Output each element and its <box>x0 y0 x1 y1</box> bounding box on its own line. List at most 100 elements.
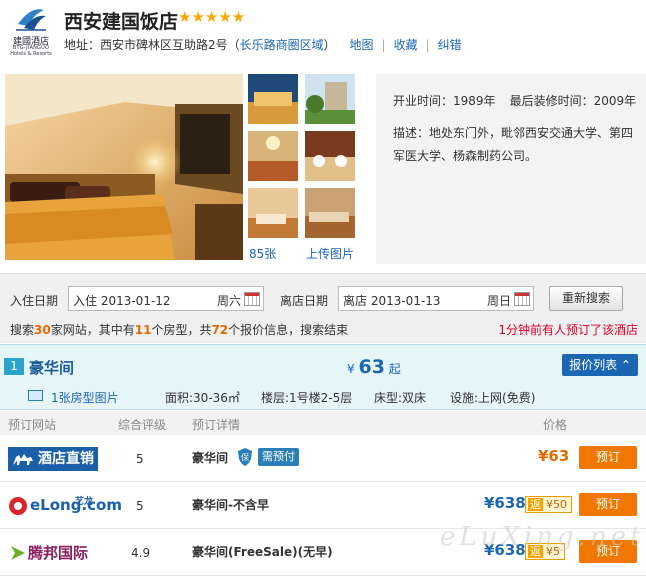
checkin-weekday: 周六 <box>216 294 241 308</box>
offer-rating: 5 <box>136 452 144 466</box>
book-button[interactable]: 预订 <box>579 493 637 516</box>
tempus-logo-icon <box>11 546 25 560</box>
site-logo-tempus[interactable]: 腾邦国际 <box>8 541 98 565</box>
offer-rating: 5 <box>136 499 144 513</box>
cashback-badge: 返 ¥50 <box>525 496 572 513</box>
offer-count: 72 <box>211 323 229 337</box>
logo-en2-text: Hotels & Resorts <box>10 51 52 57</box>
room-lowest-price: ¥ 63 起 <box>347 356 401 378</box>
room-count: 11 <box>134 323 152 337</box>
offer-room-name[interactable]: 豪华间-不含早 <box>192 496 269 513</box>
hotel-room2-photo <box>248 188 298 238</box>
room-type-header: 1 豪华间 ¥ 63 起 报价列表 ⌃ 1张房型图片 面积:30-36㎡ 楼层:… <box>0 344 646 410</box>
cashback-value: ¥50 <box>546 498 567 511</box>
offer-rating: 4.9 <box>131 546 151 560</box>
summary-text: 个报价信息，搜索结束 <box>228 323 349 337</box>
favorite-link[interactable]: 收藏 <box>394 38 418 52</box>
upload-photo-link[interactable]: 上传图片 <box>306 245 354 262</box>
offer-room-name[interactable]: 豪华间(FreeSale)(无早) <box>192 543 333 560</box>
site-logo-elong[interactable]: eLong.com 艺龙 <box>8 492 122 520</box>
thumbnail-photo[interactable] <box>305 74 355 124</box>
correct-link[interactable]: 纠错 <box>438 38 462 52</box>
hotel-logo: 建國酒店 BTG-JIANGUO Hotels & Resorts <box>6 4 56 58</box>
col-site: 预订网站 <box>8 418 57 432</box>
hotel-garden-photo <box>305 74 355 124</box>
calendar-icon[interactable] <box>514 292 530 306</box>
summary-text: 个房型，共 <box>151 323 212 337</box>
calendar-icon[interactable] <box>244 292 260 306</box>
hotel-room-photo <box>5 74 243 260</box>
svg-text:保: 保 <box>241 452 249 462</box>
address-text: 地址：西安市碑林区互助路2号（ <box>64 38 240 52</box>
research-button[interactable]: 重新搜索 <box>549 286 623 311</box>
site-name: 腾邦国际 <box>28 544 89 562</box>
hotel-restaurant-photo <box>305 131 355 181</box>
checkin-label: 入住日期 <box>10 294 59 308</box>
checkin-value: 入住 2013-01-12 <box>73 294 171 308</box>
site-count: 30 <box>34 323 51 337</box>
hotel-room3-photo <box>305 188 355 238</box>
prepay-tag: 需预付 <box>258 448 299 466</box>
thumbnail-photo[interactable] <box>248 131 298 181</box>
site-sub-name: 艺龙 <box>75 497 94 507</box>
price-suffix: 起 <box>388 362 401 376</box>
address-suffix: ） <box>323 38 336 52</box>
thumbnail-photo[interactable] <box>305 188 355 238</box>
renovation-label: 最后装修时间： <box>509 94 594 108</box>
checkout-value: 离店 2013-01-13 <box>343 294 441 308</box>
thumbnail-photo[interactable] <box>248 188 298 238</box>
hotel-name: 西安建国饭店 <box>64 11 179 33</box>
checkin-input[interactable]: 入住 2013-01-12 周六 <box>68 286 264 311</box>
date-search-bar: 入住日期 入住 2013-01-12 周六 离店日期 离店 2013-01-13… <box>0 273 646 343</box>
room-index-badge: 1 <box>4 358 24 375</box>
hotel-dates: 开业时间：1989年 最后装修时间：2009年 <box>393 92 636 109</box>
photo-count-link[interactable]: 85张 <box>249 245 276 262</box>
price-value: 63 <box>358 356 385 378</box>
map-link[interactable]: 地图 <box>350 38 374 52</box>
col-detail: 预订详情 <box>192 418 241 432</box>
thumbnail-photo[interactable] <box>305 131 355 181</box>
checkout-weekday: 周日 <box>486 294 511 308</box>
summary-text: 家网站，其中有 <box>50 323 135 337</box>
col-price: 价格 <box>543 418 568 432</box>
book-button[interactable]: 预订 <box>579 446 637 469</box>
checkout-label: 离店日期 <box>280 294 329 308</box>
star-rating-icon: ★★★★★ <box>178 8 246 26</box>
hotel-exterior-photo <box>248 74 298 124</box>
logo-mark-icon <box>16 9 46 31</box>
offer-room-name[interactable]: 豪华间 <box>192 449 228 466</box>
camel-icon <box>13 454 33 465</box>
offer-price: ¥638 <box>484 494 526 512</box>
area-link[interactable]: 长乐路商圈区域 <box>240 38 324 52</box>
hotel-address: 地址：西安市碑林区互助路2号（长乐路商圈区域） 地图 | 收藏 | 纠错 <box>64 36 462 53</box>
picture-icon <box>28 390 43 401</box>
hotel-header: 建國酒店 BTG-JIANGUO Hotels & Resorts 西安建国饭店… <box>0 0 646 64</box>
room-facility: 设施:上网(免费) <box>450 391 536 405</box>
room-bed: 床型:双床 <box>374 391 427 405</box>
watermark: eLuXing.net <box>440 522 645 552</box>
offer-table-header: 预订网站 综合评级 预订详情 价格 <box>0 411 646 435</box>
room-pics-link[interactable]: 1张房型图片 <box>51 389 119 406</box>
divider: | <box>381 38 386 52</box>
col-rating: 综合评级 <box>118 418 167 432</box>
offer-price: ¥63 <box>538 447 570 465</box>
search-summary: 搜索30家网站，其中有11个房型，共72个报价信息，搜索结束 <box>10 321 348 338</box>
hotel-description: 描述：地处东门外，毗邻西安交通大学、第四军医大学、杨森制药公司。 <box>393 126 634 163</box>
elong-logo-icon <box>9 497 27 515</box>
guarantee-shield-icon: 保 <box>238 448 252 466</box>
checkout-input[interactable]: 离店 2013-01-13 周日 <box>338 286 534 311</box>
thumbnail-photo[interactable] <box>248 74 298 124</box>
price-list-button[interactable]: 报价列表 ⌃ <box>562 354 638 376</box>
divider: | <box>425 38 430 52</box>
offer-row: 酒店直销 5 豪华间 保 需预付 ¥63 预订 <box>0 435 646 482</box>
cashback-icon: 返 <box>528 498 543 511</box>
hotel-lobby-photo <box>248 131 298 181</box>
renovation-year: 2009年 <box>593 94 637 108</box>
site-logo-jiudian[interactable]: 酒店直销 <box>8 447 98 471</box>
recent-booking-notice: 1分钟前有人预订了该酒店 <box>498 323 638 337</box>
currency-symbol: ¥ <box>347 362 355 376</box>
site-name: 酒店直销 <box>38 451 94 467</box>
hotel-info-panel: 开业时间：1989年 最后装修时间：2009年 描述：地处东门外，毗邻西安交通大学… <box>376 74 646 264</box>
room-name[interactable]: 豪华间 <box>29 357 74 378</box>
main-hotel-photo[interactable] <box>5 74 243 260</box>
